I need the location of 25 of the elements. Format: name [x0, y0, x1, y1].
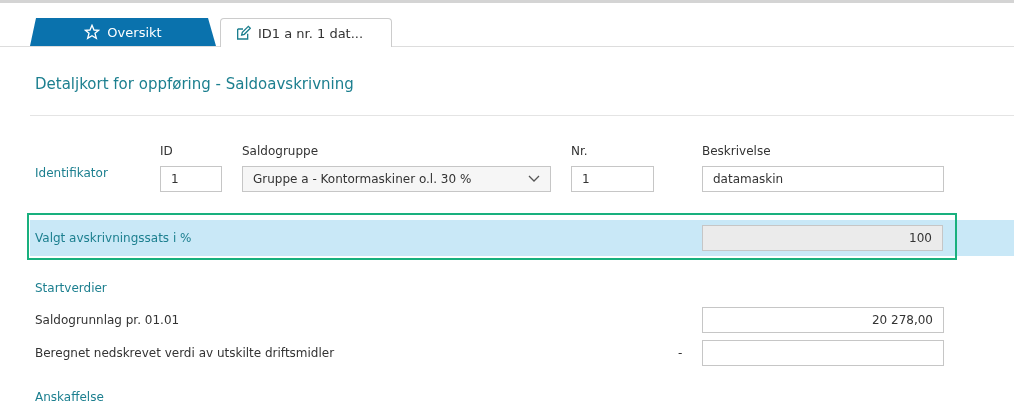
edit-icon [235, 25, 251, 41]
row-label: Saldogrunnlag pr. 01.01 [35, 312, 181, 327]
page-title: Detaljkort for oppføring - Saldoavskrivning [30, 75, 1014, 116]
select-field[interactable]: Gruppe a - Kontormaskiner o.l. 30 % [242, 166, 551, 192]
input-field[interactable]: 100 [702, 225, 943, 251]
tab[interactable]: ID1 a nr. 1 dat... [220, 18, 392, 47]
input-field[interactable]: 1 [160, 166, 222, 192]
input-field[interactable]: datamaskin [702, 166, 944, 192]
field-label: Nr. [571, 144, 589, 160]
row-label: Beregnet nedskrevet verdi av utskilte driftsmidler [35, 345, 336, 360]
minus-sign: - [678, 345, 684, 360]
section-title: Startverdier [35, 281, 108, 295]
section-title: Anskaffelse [35, 390, 105, 404]
row-label: Identifikator [35, 166, 109, 180]
select-value: Gruppe a - Kontormaskiner o.l. 30 % [253, 172, 472, 186]
star-icon [84, 24, 101, 40]
input-field[interactable]: 1 [571, 166, 654, 192]
tab[interactable]: Oversikt [30, 18, 216, 46]
field-label: ID [160, 144, 174, 160]
input-field[interactable] [702, 339, 944, 366]
input-field[interactable]: 20 278,00 [702, 306, 944, 333]
field-label: Saldogruppe [242, 144, 320, 160]
chevron-down-icon [528, 175, 540, 183]
field-label: Beskrivelse [702, 144, 772, 160]
row-label: Valgt avskrivningssats i % [34, 231, 193, 245]
